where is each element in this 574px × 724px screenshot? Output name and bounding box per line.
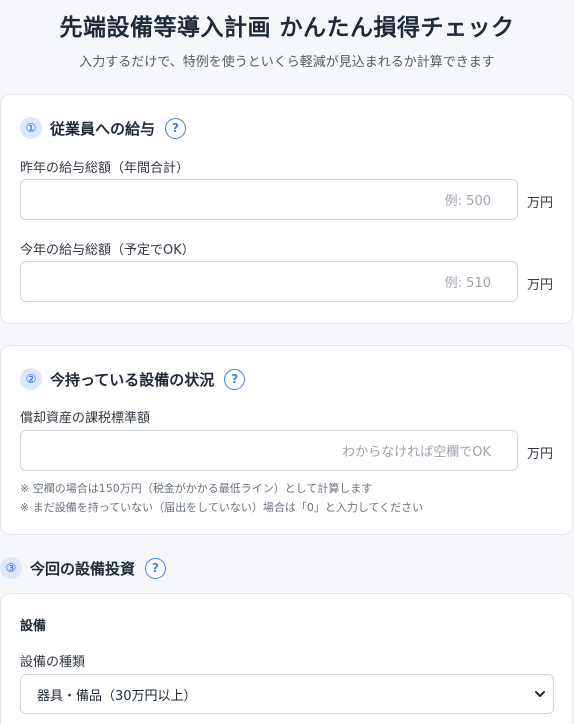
page-subtitle: 入力するだけで、特例を使うといくら軽減が見込まれるか計算できます xyxy=(79,55,495,70)
this-year-salary-label: 今年の給与総額（予定でOK） xyxy=(20,243,195,258)
section-2-header: ② 今持っている設備の状況 ? xyxy=(20,368,246,390)
last-year-salary-label: 昨年の給与総額（年間合計） xyxy=(20,161,190,176)
section-number-badge: ① xyxy=(20,117,42,139)
section-number-badge: ③ xyxy=(0,557,22,579)
investment-card: 設備 設備の種類 器具・備品（30万円以上） xyxy=(0,593,573,724)
section-title: 今回の設備投資 xyxy=(30,559,136,578)
question-icon[interactable]: ? xyxy=(224,368,246,390)
tax-base-label: 償却資産の課税標準額 xyxy=(20,411,151,426)
question-icon[interactable]: ? xyxy=(145,557,167,579)
equipment-type-value: 器具・備品（30万円以上） xyxy=(37,688,197,704)
page-title: 先端設備等導入計画 かんたん損得チェック xyxy=(59,15,515,41)
unit-label: 万円 xyxy=(527,447,554,462)
equipment-type-label: 設備の種類 xyxy=(20,655,86,670)
note-text: ※ まだ設備を持っていない（届出をしていない）場合は「0」と入力してください xyxy=(20,501,424,514)
equipment-heading: 設備 xyxy=(20,619,47,634)
unit-label: 万円 xyxy=(527,278,554,293)
section-number-badge: ② xyxy=(20,368,42,390)
question-icon[interactable]: ? xyxy=(165,117,187,139)
note-text: ※ 空欄の場合は150万円（税金がかかる最低ライン）として計算します xyxy=(20,482,373,495)
section-3-header: ③ 今回の設備投資 ? xyxy=(0,557,167,579)
section-1-header: ① 従業員への給与 ? xyxy=(20,117,187,139)
equipment-status-card: ② 今持っている設備の状況 ? 償却資産の課税標準額 わからなければ空欄でOK … xyxy=(0,345,573,535)
tax-base-input[interactable]: わからなければ空欄でOK xyxy=(20,430,518,471)
section-title: 従業員への給与 xyxy=(50,119,156,138)
section-title: 今持っている設備の状況 xyxy=(50,370,215,389)
chevron-down-icon xyxy=(535,691,545,697)
equipment-type-select[interactable]: 器具・備品（30万円以上） xyxy=(20,674,554,714)
salary-card: ① 従業員への給与 ? 昨年の給与総額（年間合計） 例: 500 万円 今年の給… xyxy=(0,94,573,324)
page: 先端設備等導入計画 かんたん損得チェック 入力するだけで、特例を使うといくら軽減… xyxy=(0,0,574,724)
this-year-salary-input[interactable]: 例: 510 xyxy=(20,261,518,302)
unit-label: 万円 xyxy=(527,196,554,211)
last-year-salary-input[interactable]: 例: 500 xyxy=(20,179,518,220)
